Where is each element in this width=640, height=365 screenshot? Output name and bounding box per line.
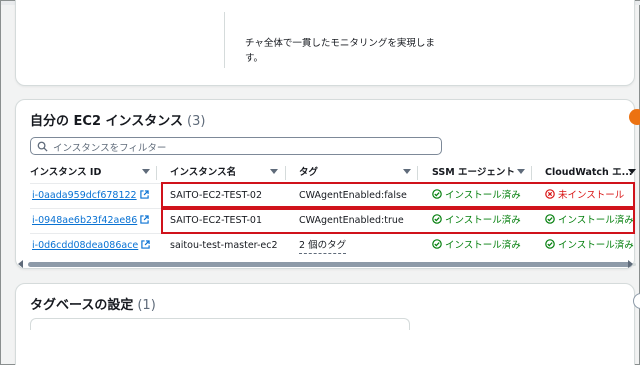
ssm-status-text: インストール済み [445,240,521,251]
cloudwatch-status-text: 未インストール [558,190,625,201]
table-row: i-0948ae6b23f42ae86 SAITO-EC2-TEST-01 CW… [30,209,636,233]
ssm-status-cell: インストール済み [432,234,521,258]
cloudwatch-status-cell: インストール済み [545,234,634,258]
instance-id-link[interactable]: i-0aada959dcf678122 [32,190,137,201]
table-row: i-0aada959dcf678122 SAITO-EC2-TEST-02 CW… [30,184,636,208]
sort-icon[interactable] [403,169,411,174]
tag-settings-count: (1) [137,298,156,313]
table-header: インスタンス ID インスタンス名 タグ SSM エージェント CloudWat… [30,164,636,182]
help-indicator-dot[interactable] [629,109,640,125]
column-separator[interactable] [531,166,532,180]
ec2-instances-panel: 自分の EC2 インスタンス (3) インスタンスをフィルター インスタンス ID… [15,99,636,269]
check-circle-icon [432,214,442,224]
tag-cell: CWAgentEnabled:true [299,215,404,226]
col-header-instance-name[interactable]: インスタンス名 [170,164,236,182]
search-placeholder: インスタンスをフィルター [53,143,167,154]
check-circle-icon [432,189,442,199]
instance-filter-input[interactable]: インスタンスをフィルター [30,137,442,155]
instance-name-cell: SAITO-EC2-TEST-01 [170,215,262,226]
panel-title-text: 自分の EC2 インスタンス [30,114,183,129]
tag-cell: CWAgentEnabled:false [299,190,407,201]
tag-settings-title: タグベースの設定 (1) [30,294,156,313]
check-circle-icon [545,239,555,249]
cloudwatch-status-cell: インストール済み [545,209,634,233]
cloudwatch-status-text: インストール済み [558,240,634,251]
col-header-ssm-agent[interactable]: SSM エージェント [432,164,515,182]
column-separator[interactable] [285,166,286,180]
sort-icon[interactable] [517,169,525,174]
scroll-right-arrow[interactable] [628,260,633,268]
ssm-status-text: インストール済み [445,190,521,201]
instance-name-cell: saitou-test-master-ec2 [170,240,278,251]
external-link-icon[interactable] [140,215,149,224]
sort-icon[interactable] [628,169,636,174]
scroll-left-arrow[interactable] [18,260,23,268]
tag-settings-panel: タグベースの設定 (1) [15,283,635,365]
instance-name-cell: SAITO-EC2-TEST-02 [170,190,262,201]
info-card: チャ全体で一貫したモニタリングを実現します。 [15,0,635,86]
tag-cell: 2 個のタグ [299,234,347,258]
sort-icon[interactable] [270,169,278,174]
x-circle-icon [545,189,555,199]
column-divider [224,12,225,68]
check-circle-icon [432,239,442,249]
tag-settings-table [30,318,410,330]
column-separator[interactable] [156,166,157,180]
cloudwatch-status-text: インストール済み [558,215,634,226]
cloudwatch-status-cell: 未インストール [545,184,624,208]
external-link-icon[interactable] [141,240,150,249]
col-header-instance-id[interactable]: インスタンス ID [30,164,101,182]
panel-title: 自分の EC2 インスタンス (3) [30,110,205,129]
instance-id-link[interactable]: i-0d6cdd08dea086ace [32,240,138,251]
ssm-status-cell: インストール済み [432,184,521,208]
tag-count-popover[interactable]: 2 個のタグ [299,239,347,254]
search-icon [37,141,48,152]
instance-count: (3) [187,114,206,129]
tag-settings-title-text: タグベースの設定 [30,298,134,313]
col-header-tag[interactable]: タグ [299,164,318,182]
ssm-status-cell: インストール済み [432,209,521,233]
external-link-icon[interactable] [139,190,149,199]
horizontal-scrollbar-thumb[interactable] [28,262,632,267]
table-row: i-0d6cdd08dea086ace saitou-test-master-e… [30,234,636,258]
ssm-status-text: インストール済み [445,215,521,226]
info-text: チャ全体で一貫したモニタリングを実現します。 [245,38,435,64]
instance-id-link[interactable]: i-0948ae6b23f42ae86 [32,215,137,226]
check-circle-icon [545,214,555,224]
instance-id-cell: i-0948ae6b23f42ae86 [32,209,149,233]
column-separator[interactable] [417,166,418,180]
sort-icon[interactable] [142,169,150,174]
instance-id-cell: i-0aada959dcf678122 [32,184,149,208]
col-header-cloudwatch[interactable]: CloudWatch エ... [545,164,632,182]
instance-id-cell: i-0d6cdd08dea086ace [32,234,150,258]
